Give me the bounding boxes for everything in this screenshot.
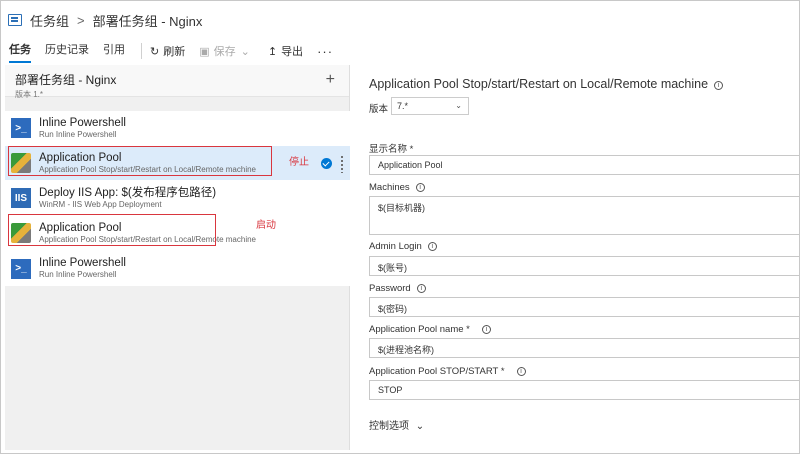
info-icon[interactable]: i — [481, 325, 491, 334]
tab-tasks[interactable]: 任务 — [9, 40, 31, 63]
pool-name-label: Application Pool name * i — [369, 324, 491, 335]
export-icon: ↥ — [267, 45, 278, 58]
version-label: 版本 — [369, 104, 389, 115]
password-label: Password i — [369, 283, 426, 294]
refresh-icon: ↻ — [150, 45, 160, 58]
task-name: Deploy IIS App: $(发布程序包路径) — [39, 186, 217, 199]
export-button[interactable]: ↥ 导出 — [268, 43, 303, 59]
info-icon[interactable]: i — [427, 242, 437, 251]
control-options-toggle[interactable]: 控制选项 ⌄ — [369, 417, 424, 432]
annotation-stop: 停止 — [289, 157, 309, 168]
more-options-button[interactable]: ··· — [317, 44, 333, 59]
refresh-button[interactable]: ↻ 刷新 — [150, 43, 185, 59]
chevron-down-icon: ⌄ — [240, 45, 250, 58]
control-options-label: 控制选项 — [369, 421, 409, 432]
info-icon[interactable]: i — [714, 81, 724, 90]
stop-start-label-text: Application Pool STOP/START * — [369, 366, 505, 377]
tab-history[interactable]: 历史记录 — [45, 40, 89, 62]
task-details-panel: Application Pool Stop/start/Restart on L… — [356, 65, 800, 450]
task-details-title: Application Pool Stop/start/Restart on L… — [369, 77, 724, 91]
powershell-icon: >_ — [11, 118, 31, 138]
iis-icon: IIS — [11, 188, 31, 208]
info-icon[interactable]: i — [415, 183, 425, 192]
chevron-down-icon: ⌄ — [415, 421, 425, 432]
task-list-panel: 部署任务组 - Nginx 版本 1.* + >_ Inline Powersh… — [5, 65, 350, 450]
display-name-label: 显示名称 * — [369, 144, 414, 155]
task-details-title-text: Application Pool Stop/start/Restart on L… — [369, 77, 709, 91]
task-group-header: 部署任务组 - Nginx 版本 1.* + — [5, 65, 349, 99]
task-description: Run Inline Powershell — [39, 129, 117, 139]
annotation-box-start — [8, 214, 216, 246]
chevron-right-icon: > — [77, 12, 85, 28]
machines-label: Machines i — [369, 182, 425, 193]
stop-start-label: Application Pool STOP/START * i — [369, 366, 526, 377]
toolbar-divider — [141, 43, 142, 59]
admin-login-label-text: Admin Login — [369, 241, 422, 252]
chevron-down-icon: ⌄ — [455, 101, 462, 110]
header: 任务组 > 部署任务组 - Nginx — [0, 0, 800, 40]
task-description: Run Inline Powershell — [39, 270, 117, 279]
save-button[interactable]: ▣ 保存 ⌄ — [199, 43, 254, 59]
task-name: Inline Powershell — [39, 116, 126, 129]
machines-input[interactable]: $(目标机器) — [369, 196, 800, 235]
task-item-deploy-iis-app[interactable]: IIS Deploy IIS App: $(发布程序包路径) WinRM - I… — [5, 181, 350, 216]
drag-handle-icon[interactable] — [340, 155, 344, 173]
annotation-box-stop — [8, 146, 272, 176]
annotation-start: 启动 — [256, 220, 276, 231]
admin-login-input[interactable]: $(账号) — [369, 256, 800, 276]
powershell-icon: >_ — [11, 258, 31, 279]
enabled-check-icon[interactable] — [321, 158, 332, 169]
task-item-inline-powershell-1[interactable]: >_ Inline Powershell Run Inline Powershe… — [5, 111, 350, 146]
task-group-title: 部署任务组 - Nginx — [15, 73, 117, 87]
tab-references[interactable]: 引用 — [103, 40, 125, 62]
pool-name-label-text: Application Pool name * — [369, 324, 470, 335]
save-icon: ▣ — [199, 45, 210, 58]
toolbar: 任务 历史记录 引用 ↻ 刷新 ▣ 保存 ⌄ ↥ 导出 ··· — [0, 40, 800, 63]
admin-login-label: Admin Login i — [369, 241, 437, 252]
export-label: 导出 — [281, 46, 304, 58]
task-group-icon — [8, 14, 22, 26]
breadcrumb-current: 部署任务组 - Nginx — [92, 13, 203, 29]
pool-name-input[interactable]: $(进程池名称) — [369, 338, 800, 358]
info-icon[interactable]: i — [516, 367, 526, 376]
display-name-input[interactable]: Application Pool — [369, 155, 800, 175]
password-label-text: Password — [369, 283, 411, 294]
task-list: >_ Inline Powershell Run Inline Powershe… — [5, 111, 350, 286]
info-icon[interactable]: i — [416, 284, 426, 293]
refresh-label: 刷新 — [163, 46, 186, 58]
breadcrumb-task-groups[interactable]: 任务组 — [30, 11, 69, 30]
task-item-inline-powershell-2[interactable]: >_ Inline Powershell Run Inline Powershe… — [5, 251, 350, 286]
version-select[interactable]: 7.* ⌄ — [391, 97, 469, 115]
version-value: 7.* — [397, 101, 409, 111]
task-group-version: 版本 1.* — [15, 90, 44, 99]
add-task-button[interactable]: + — [326, 71, 335, 89]
password-input[interactable]: $(密码) — [369, 297, 800, 317]
stop-start-select[interactable]: STOP — [369, 380, 800, 400]
task-name: Inline Powershell — [39, 257, 126, 269]
machines-label-text: Machines — [369, 182, 410, 193]
save-label: 保存 — [213, 46, 236, 58]
task-description: WinRM - IIS Web App Deployment — [39, 199, 162, 209]
